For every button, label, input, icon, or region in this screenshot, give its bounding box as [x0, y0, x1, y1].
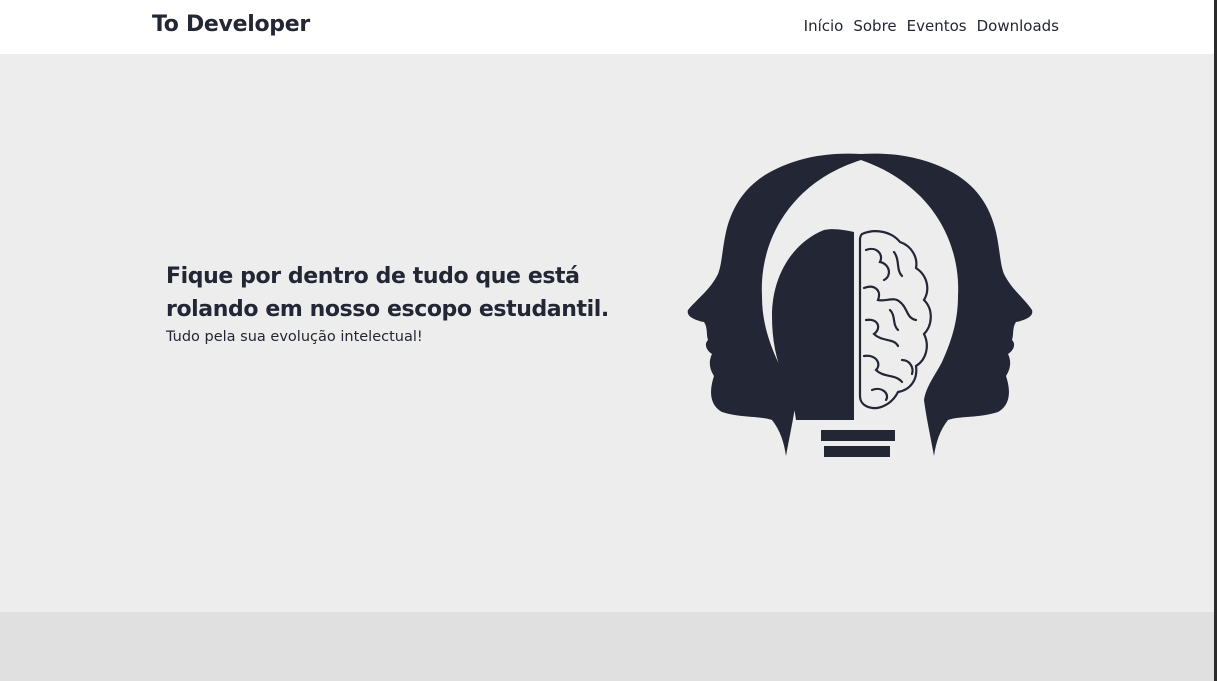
- brain-icon: [858, 230, 932, 410]
- bulb-base-stripe-2: [824, 446, 890, 457]
- hero-headline: Fique por dentro de tudo que está roland…: [166, 264, 609, 322]
- site-logo[interactable]: To Developer: [152, 12, 310, 37]
- hero-section: Fique por dentro de tudo que está roland…: [0, 54, 1214, 612]
- heads-lightbulb-brain-icon: [687, 153, 1033, 457]
- main-nav: Início Sobre Eventos Downloads: [804, 17, 1059, 35]
- right-head-silhouette: [861, 153, 1033, 456]
- bulb-base-stripe-1: [821, 430, 895, 441]
- nav-link-inicio[interactable]: Início: [804, 17, 844, 35]
- nav-link-downloads[interactable]: Downloads: [977, 17, 1059, 35]
- hero-subtitle: Tudo pela sua evolução intelectual!: [166, 329, 423, 345]
- nav-link-eventos[interactable]: Eventos: [907, 17, 967, 35]
- nav-link-sobre[interactable]: Sobre: [853, 17, 896, 35]
- top-navbar: To Developer Início Sobre Eventos Downlo…: [0, 0, 1217, 54]
- next-section-band: [0, 612, 1214, 681]
